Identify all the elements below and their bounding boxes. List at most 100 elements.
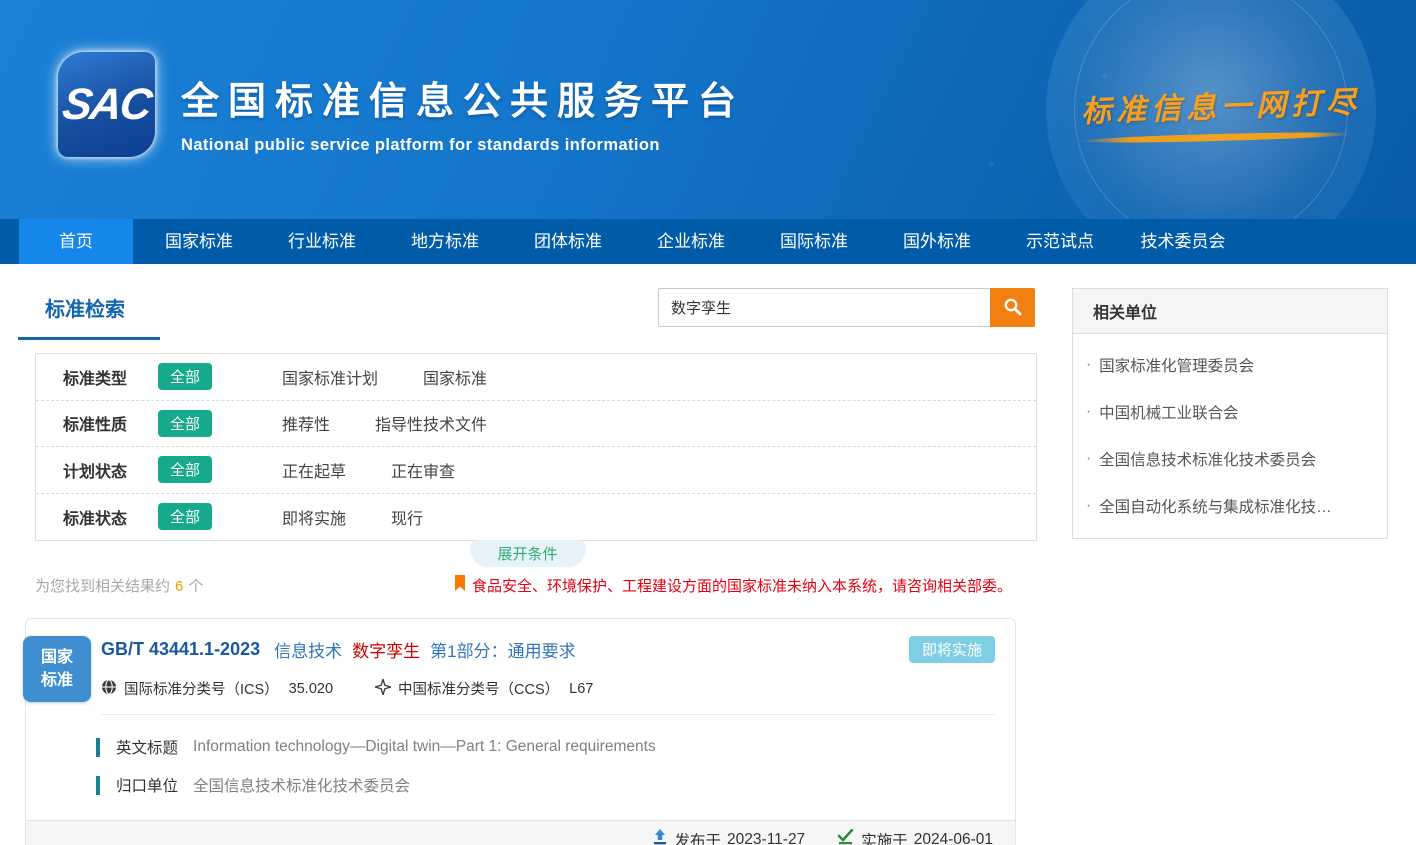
implemented-date: 2024-06-01	[914, 831, 993, 845]
filter-all-badge[interactable]: 全部	[158, 410, 212, 437]
filter-label-standard-status: 标准状态	[63, 505, 158, 529]
detail-label: 英文标题	[116, 736, 178, 758]
nav-item-technical-committees[interactable]: 技术委员会	[1126, 219, 1240, 264]
search-icon	[1003, 297, 1022, 319]
globe-icon	[101, 679, 124, 699]
summary-prefix: 为您找到相关结果约	[35, 578, 170, 595]
detail-value: Information technology—Digital twin—Part…	[193, 738, 656, 756]
filter-options: 即将实施 现行	[237, 505, 423, 529]
standard-code: GB/T 43441.1-2023	[101, 639, 260, 660]
filter-row-plan-status: 计划状态 全部 正在起草 正在审查	[36, 447, 1036, 494]
standard-result-card: 国家 标准 GB/T 43441.1-2023 信息技术 数字孪生 第1部分：通…	[25, 618, 1016, 845]
ics-label: 国际标准分类号（ICS）	[124, 678, 279, 699]
published-date: 2023-11-27	[727, 831, 805, 845]
implemented-date-group: 实施于 2024-06-01	[837, 829, 993, 845]
platform-title: 全国标准信息公共服务平台	[181, 70, 745, 125]
related-unit-link-sac[interactable]: · 国家标准化管理委员会	[1086, 341, 1371, 388]
slogan-block: 标准信息一网打尽	[1081, 82, 1361, 141]
detail-row-english-title: 英文标题 Information technology—Digital twin…	[96, 736, 995, 758]
detail-bar	[96, 776, 100, 795]
related-unit-label: 中国机械工业联合会	[1099, 401, 1239, 423]
expand-conditions-button[interactable]: 展开条件	[470, 540, 586, 567]
filter-options: 正在起草 正在审查	[237, 458, 455, 482]
related-units-list: · 国家标准化管理委员会 · 中国机械工业联合会 · 全国信息技术标准化技术委员…	[1073, 334, 1387, 538]
filter-row-standard-type: 标准类型 全部 国家标准计划 国家标准	[36, 354, 1036, 401]
nav-item-national-standards[interactable]: 国家标准	[142, 219, 256, 264]
filter-options: 推荐性 指导性技术文件	[237, 411, 487, 435]
nav-item-enterprise-standards[interactable]: 企业标准	[634, 219, 748, 264]
nav-item-foreign-standards[interactable]: 国外标准	[880, 219, 994, 264]
filter-panel: 标准类型 全部 国家标准计划 国家标准 标准性质 全部 推荐性 指导性技术文件 …	[35, 353, 1037, 541]
filter-option-national-plan[interactable]: 国家标准计划	[282, 365, 378, 389]
check-icon	[837, 829, 861, 845]
filter-all-badge[interactable]: 全部	[158, 503, 212, 530]
related-unit-link-it-committee[interactable]: · 全国信息技术标准化技术委员会	[1086, 435, 1371, 482]
bullet: ·	[1086, 497, 1091, 515]
result-summary: 为您找到相关结果约 6个	[35, 575, 203, 596]
search-button[interactable]	[990, 288, 1035, 327]
bullet: ·	[1086, 403, 1091, 421]
result-count: 6	[175, 578, 183, 595]
filter-option-upcoming[interactable]: 即将实施	[282, 505, 346, 529]
nav-item-pilot-programs[interactable]: 示范试点	[1003, 219, 1117, 264]
search-input[interactable]	[658, 288, 990, 327]
status-badge: 即将实施	[909, 636, 995, 663]
detail-row-committee: 归口单位 全国信息技术标准化技术委员会	[96, 774, 995, 796]
summary-suffix: 个	[188, 578, 203, 595]
bullet: ·	[1086, 450, 1091, 468]
nav-item-international-standards[interactable]: 国际标准	[757, 219, 871, 264]
ccs-label: 中国标准分类号（CCS）	[398, 678, 559, 699]
related-unit-label: 全国信息技术标准化技术委员会	[1099, 448, 1316, 470]
detail-label: 归口单位	[116, 774, 178, 796]
filter-option-national-standard[interactable]: 国家标准	[423, 365, 487, 389]
nav-item-local-standards[interactable]: 地方标准	[388, 219, 502, 264]
sac-logo-text: SAC	[60, 80, 154, 130]
published-date-group: 发布于 2023-11-27	[652, 829, 806, 845]
banner-titles: 全国标准信息公共服务平台 National public service pla…	[181, 70, 745, 155]
bullet: ·	[1086, 356, 1091, 374]
nav-item-group-standards[interactable]: 团体标准	[511, 219, 625, 264]
related-unit-link-automation[interactable]: · 全国自动化系统与集成标准化技…	[1086, 482, 1371, 529]
filter-option-current[interactable]: 现行	[391, 505, 423, 529]
ics-value: 35.020	[289, 681, 333, 697]
related-unit-label: 全国自动化系统与集成标准化技…	[1099, 495, 1332, 517]
standard-title-link[interactable]: GB/T 43441.1-2023 信息技术 数字孪生 第1部分：通用要求	[101, 637, 586, 662]
card-head: GB/T 43441.1-2023 信息技术 数字孪生 第1部分：通用要求 即将…	[26, 619, 1015, 715]
slogan-text: 标准信息一网打尽	[1080, 77, 1361, 131]
type-badge-line2: 标准	[41, 669, 73, 692]
nav-item-home[interactable]: 首页	[19, 219, 133, 264]
nav-item-industry-standards[interactable]: 行业标准	[265, 219, 379, 264]
search-header-row: 标准检索	[18, 288, 1037, 340]
bookmark-icon	[454, 575, 472, 596]
filter-option-under-review[interactable]: 正在审查	[391, 458, 455, 482]
filter-all-badge[interactable]: 全部	[158, 456, 212, 483]
standard-title-part1: 信息技术	[274, 637, 342, 662]
filter-option-guiding-doc[interactable]: 指导性技术文件	[375, 411, 487, 435]
type-badge-line1: 国家	[41, 646, 73, 669]
ics-classification: 国际标准分类号（ICS） 35.020	[101, 678, 333, 699]
filter-options: 国家标准计划 国家标准	[237, 365, 487, 389]
filter-label-standard-type: 标准类型	[63, 365, 158, 389]
classification-row: 国际标准分类号（ICS） 35.020 中国标准分类号（CCS） L67	[101, 678, 995, 715]
related-unit-label: 国家标准化管理委员会	[1099, 354, 1254, 376]
standard-title-row: GB/T 43441.1-2023 信息技术 数字孪生 第1部分：通用要求 即将…	[101, 636, 995, 663]
detail-bar	[96, 738, 100, 757]
filter-row-standard-nature: 标准性质 全部 推荐性 指导性技术文件	[36, 401, 1036, 448]
sac-logo[interactable]: SAC	[58, 52, 155, 157]
main-nav: 首页 国家标准 行业标准 地方标准 团体标准 企业标准 国际标准 国外标准 示范…	[0, 219, 1416, 264]
filter-option-drafting[interactable]: 正在起草	[282, 458, 346, 482]
standard-title-part2: 第1部分：通用要求	[430, 637, 575, 662]
notice-text: 食品安全、环境保护、工程建设方面的国家标准未纳入本系统，请咨询相关部委。	[472, 575, 1012, 596]
platform-subtitle: National public service platform for sta…	[181, 136, 745, 155]
related-unit-link-machinery[interactable]: · 中国机械工业联合会	[1086, 388, 1371, 435]
header-banner: SAC 全国标准信息公共服务平台 National public service…	[0, 0, 1416, 219]
implemented-label: 实施于	[861, 829, 908, 845]
search-group	[658, 288, 1035, 327]
filter-label-standard-nature: 标准性质	[63, 411, 158, 435]
filter-label-plan-status: 计划状态	[63, 458, 158, 482]
filter-all-badge[interactable]: 全部	[158, 363, 212, 390]
card-footer: 发布于 2023-11-27 实施于 2024-06-01	[26, 820, 1015, 845]
detail-value: 全国信息技术标准化技术委员会	[193, 774, 410, 796]
filter-row-standard-status: 标准状态 全部 即将实施 现行	[36, 494, 1036, 541]
filter-option-recommended[interactable]: 推荐性	[282, 411, 330, 435]
